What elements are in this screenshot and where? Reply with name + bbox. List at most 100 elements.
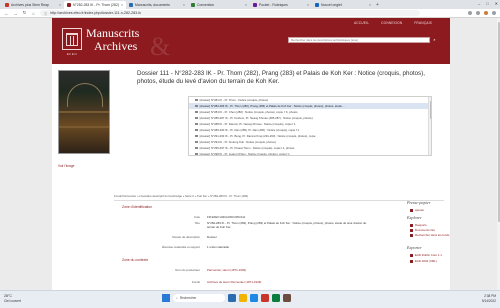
field-value-cote: FR EFEO ARCH/IDC/II/IK/111 <box>207 215 246 219</box>
tab-favicon-icon <box>253 3 257 7</box>
tree-scrollbar[interactable] <box>428 97 431 155</box>
nav-language-link[interactable]: FRANÇAIS <box>414 21 432 25</box>
hierarchy-tree: [dossier] N°281 IK - Pr. Thom - Notice (… <box>188 96 432 156</box>
taskbar-apps: ⌕ Rechercher <box>162 294 291 302</box>
export-dc-label: EAD Dublin Core 1.1 <box>415 253 442 257</box>
explore-reports-link[interactable]: Rapports <box>410 223 427 227</box>
folder-icon <box>195 110 198 114</box>
start-icon[interactable] <box>162 294 170 302</box>
taskbar-search[interactable]: ⌕ Rechercher <box>173 294 225 302</box>
field-value-niveau: Dossier <box>207 235 217 239</box>
browser-tab[interactable]: N°282-283 IK - Pr. Thom (282) × <box>64 1 126 9</box>
maximize-button[interactable]: □ <box>486 1 488 6</box>
tree-item-label: [dossier] N°285-287 IK - Pr. Krahom, Pr.… <box>199 116 313 120</box>
tree-item[interactable]: [dossier] N°298 IK - Pr. Leang Chhen : N… <box>189 151 431 155</box>
folder-icon <box>195 140 198 144</box>
back-icon[interactable]: ← <box>4 11 9 16</box>
efeo-logo-icon[interactable] <box>62 28 82 50</box>
taskbar-app-icon[interactable] <box>250 294 258 302</box>
browser-tab[interactable]: Archives plus Siem Reap × <box>2 1 64 9</box>
tab-close-icon[interactable]: × <box>121 3 123 7</box>
forward-icon[interactable]: → <box>13 11 18 16</box>
windows-taskbar: 28°C Ciel couvert ⌕ Rechercher 2:38 PM 9… <box>0 290 500 308</box>
site-header: ACCUEIL CONNEXION FRANÇAIS EFEO & Manusc… <box>52 18 450 64</box>
folder-icon <box>195 104 198 108</box>
explore-documents-label: Documents liés <box>415 228 435 232</box>
close-window-button[interactable]: ✕ <box>495 1 498 6</box>
document-thumbnail[interactable] <box>58 70 110 154</box>
url-field[interactable]: ⓘ http://archives.efeo.fr/index.php/doss… <box>40 9 420 17</box>
tab-label: Nouvel onglet <box>321 3 342 7</box>
tab-favicon-icon <box>5 3 9 7</box>
explore-documents-link[interactable]: Documents liés <box>410 228 435 232</box>
tab-close-icon[interactable]: × <box>59 3 61 7</box>
tab-close-icon[interactable]: × <box>245 3 247 7</box>
tab-favicon-icon <box>315 3 319 7</box>
tab-label: Manuscrits, documents <box>135 3 170 7</box>
explore-search-link[interactable]: Rechercher dans les fonds <box>410 233 449 237</box>
add-to-clipboard-button[interactable]: Ajouter <box>410 208 424 212</box>
taskbar-app-icon[interactable] <box>261 294 269 302</box>
export-ead-link[interactable]: EAD 2002 (XML) <box>410 259 437 263</box>
weather-widget[interactable]: 28°C Ciel couvert <box>4 294 21 303</box>
divider <box>114 200 444 201</box>
folder-icon <box>195 98 198 102</box>
tab-favicon-icon <box>67 3 71 7</box>
field-label-etendue: Étendue matérielle et support <box>162 245 200 249</box>
browser-tab-bar: Archives plus Siem Reap × N°282-283 IK - P… <box>0 0 500 9</box>
window-controls: – □ ✕ <box>478 1 498 6</box>
taskbar-app-icon[interactable] <box>283 294 291 302</box>
export-dc-link[interactable]: EAD Dublin Core 1.1 <box>410 253 442 257</box>
new-tab-button[interactable]: + <box>374 1 381 9</box>
profile-avatar[interactable] <box>484 11 488 15</box>
image-icon <box>410 228 413 232</box>
explore-search-label: Rechercher dans les fonds <box>415 233 450 237</box>
extensions-icon[interactable] <box>476 11 480 15</box>
bookmark-icon[interactable] <box>468 11 472 15</box>
taskbar-app-icon[interactable] <box>272 294 280 302</box>
system-tray[interactable]: 2:38 PM 9/14/2022 <box>482 294 496 303</box>
folder-icon <box>195 152 198 155</box>
logo-ampersand: & <box>150 32 171 61</box>
site-title[interactable]: Manuscrits Archives <box>86 27 139 53</box>
clipboard-icon <box>410 208 413 212</box>
search-input[interactable]: Rechercher dans les descriptions archivi… <box>288 37 430 43</box>
breadcrumb[interactable]: Fonds Parmentier » Inventaire descriptif… <box>114 194 450 198</box>
search-icon: ⌕ <box>176 296 178 300</box>
field-value-producteur[interactable]: Parmentier, Henri (1871-1949) <box>207 268 367 272</box>
home-icon[interactable]: ⌂ <box>31 11 36 16</box>
tab-close-icon[interactable]: × <box>307 3 309 7</box>
tree-item-label: [dossier] N°288 IK - Pr. Damrei, Pr. Nea… <box>199 122 296 126</box>
tab-label: N°282-283 IK - Pr. Thom (282) <box>73 3 119 7</box>
clipboard-label: Ajouter <box>415 208 425 212</box>
info-icon[interactable]: ⓘ <box>44 11 47 16</box>
browser-tab[interactable]: Convention × <box>188 1 250 9</box>
tree-item-label: [dossier] N°282-283 IK - Pr. Thom (282),… <box>199 104 345 108</box>
tab-close-icon[interactable]: × <box>183 3 185 7</box>
browser-tab[interactable]: Pocket - Rubriques × <box>250 1 312 9</box>
menu-icon[interactable] <box>492 11 496 15</box>
tab-favicon-icon <box>191 3 195 7</box>
clock-date: 9/14/2022 <box>481 298 496 303</box>
view-image-link[interactable]: Voir l'image <box>58 164 74 168</box>
browser-tab[interactable]: Nouvel onglet × <box>312 1 374 9</box>
site-title-line1: Manuscrits <box>86 26 140 40</box>
tab-close-icon[interactable]: × <box>369 3 371 7</box>
field-value-fonds[interactable]: Archives de Henri Parmentier (1871-1949) <box>207 280 407 284</box>
section-context-heading[interactable]: Zone du contexte <box>122 258 148 262</box>
tree-item-label: [dossier] N°295-297 IK - Pr. Prasat Thom… <box>199 146 295 150</box>
nav-home-link[interactable]: ACCUEIL <box>354 21 369 25</box>
nav-login-link[interactable]: CONNEXION <box>381 21 402 25</box>
search-icon[interactable]: ⌕ <box>432 37 437 43</box>
taskbar-app-icon[interactable] <box>239 294 247 302</box>
section-identification-heading[interactable]: Zone d'identification <box>122 205 152 209</box>
taskbar-app-icon[interactable] <box>228 294 236 302</box>
minimize-button[interactable]: – <box>478 1 480 6</box>
top-navigation: ACCUEIL CONNEXION FRANÇAIS <box>354 21 432 25</box>
tree-item-label: [dossier] N°281 IK - Pr. Thom - Notice (… <box>199 98 268 102</box>
site-title-line2: Archives <box>94 39 138 53</box>
tab-label: Convention <box>197 3 215 7</box>
reload-icon[interactable]: ↻ <box>22 10 27 16</box>
folder-icon <box>195 122 198 126</box>
browser-tab[interactable]: Manuscrits, documents × <box>126 1 188 9</box>
